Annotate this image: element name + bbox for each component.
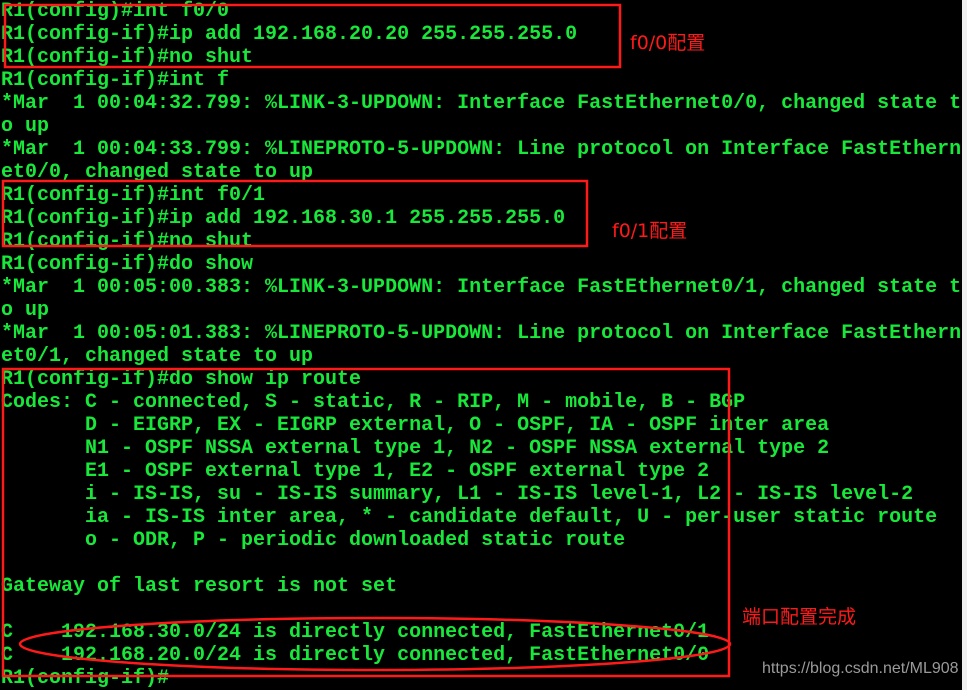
f01-highlight-box xyxy=(1,179,589,248)
config-done-label: 端口配置完成 xyxy=(742,606,857,628)
connected-routes-ellipse xyxy=(18,616,732,672)
annotation-layer xyxy=(1,3,732,678)
route-highlight-box xyxy=(1,367,731,678)
f00-config-label: f0/0配置 xyxy=(630,32,706,54)
f01-config-label: f0/1配置 xyxy=(612,220,688,242)
watermark: https://blog.csdn.net/ML908 xyxy=(762,660,959,677)
f00-highlight-box xyxy=(3,3,622,69)
